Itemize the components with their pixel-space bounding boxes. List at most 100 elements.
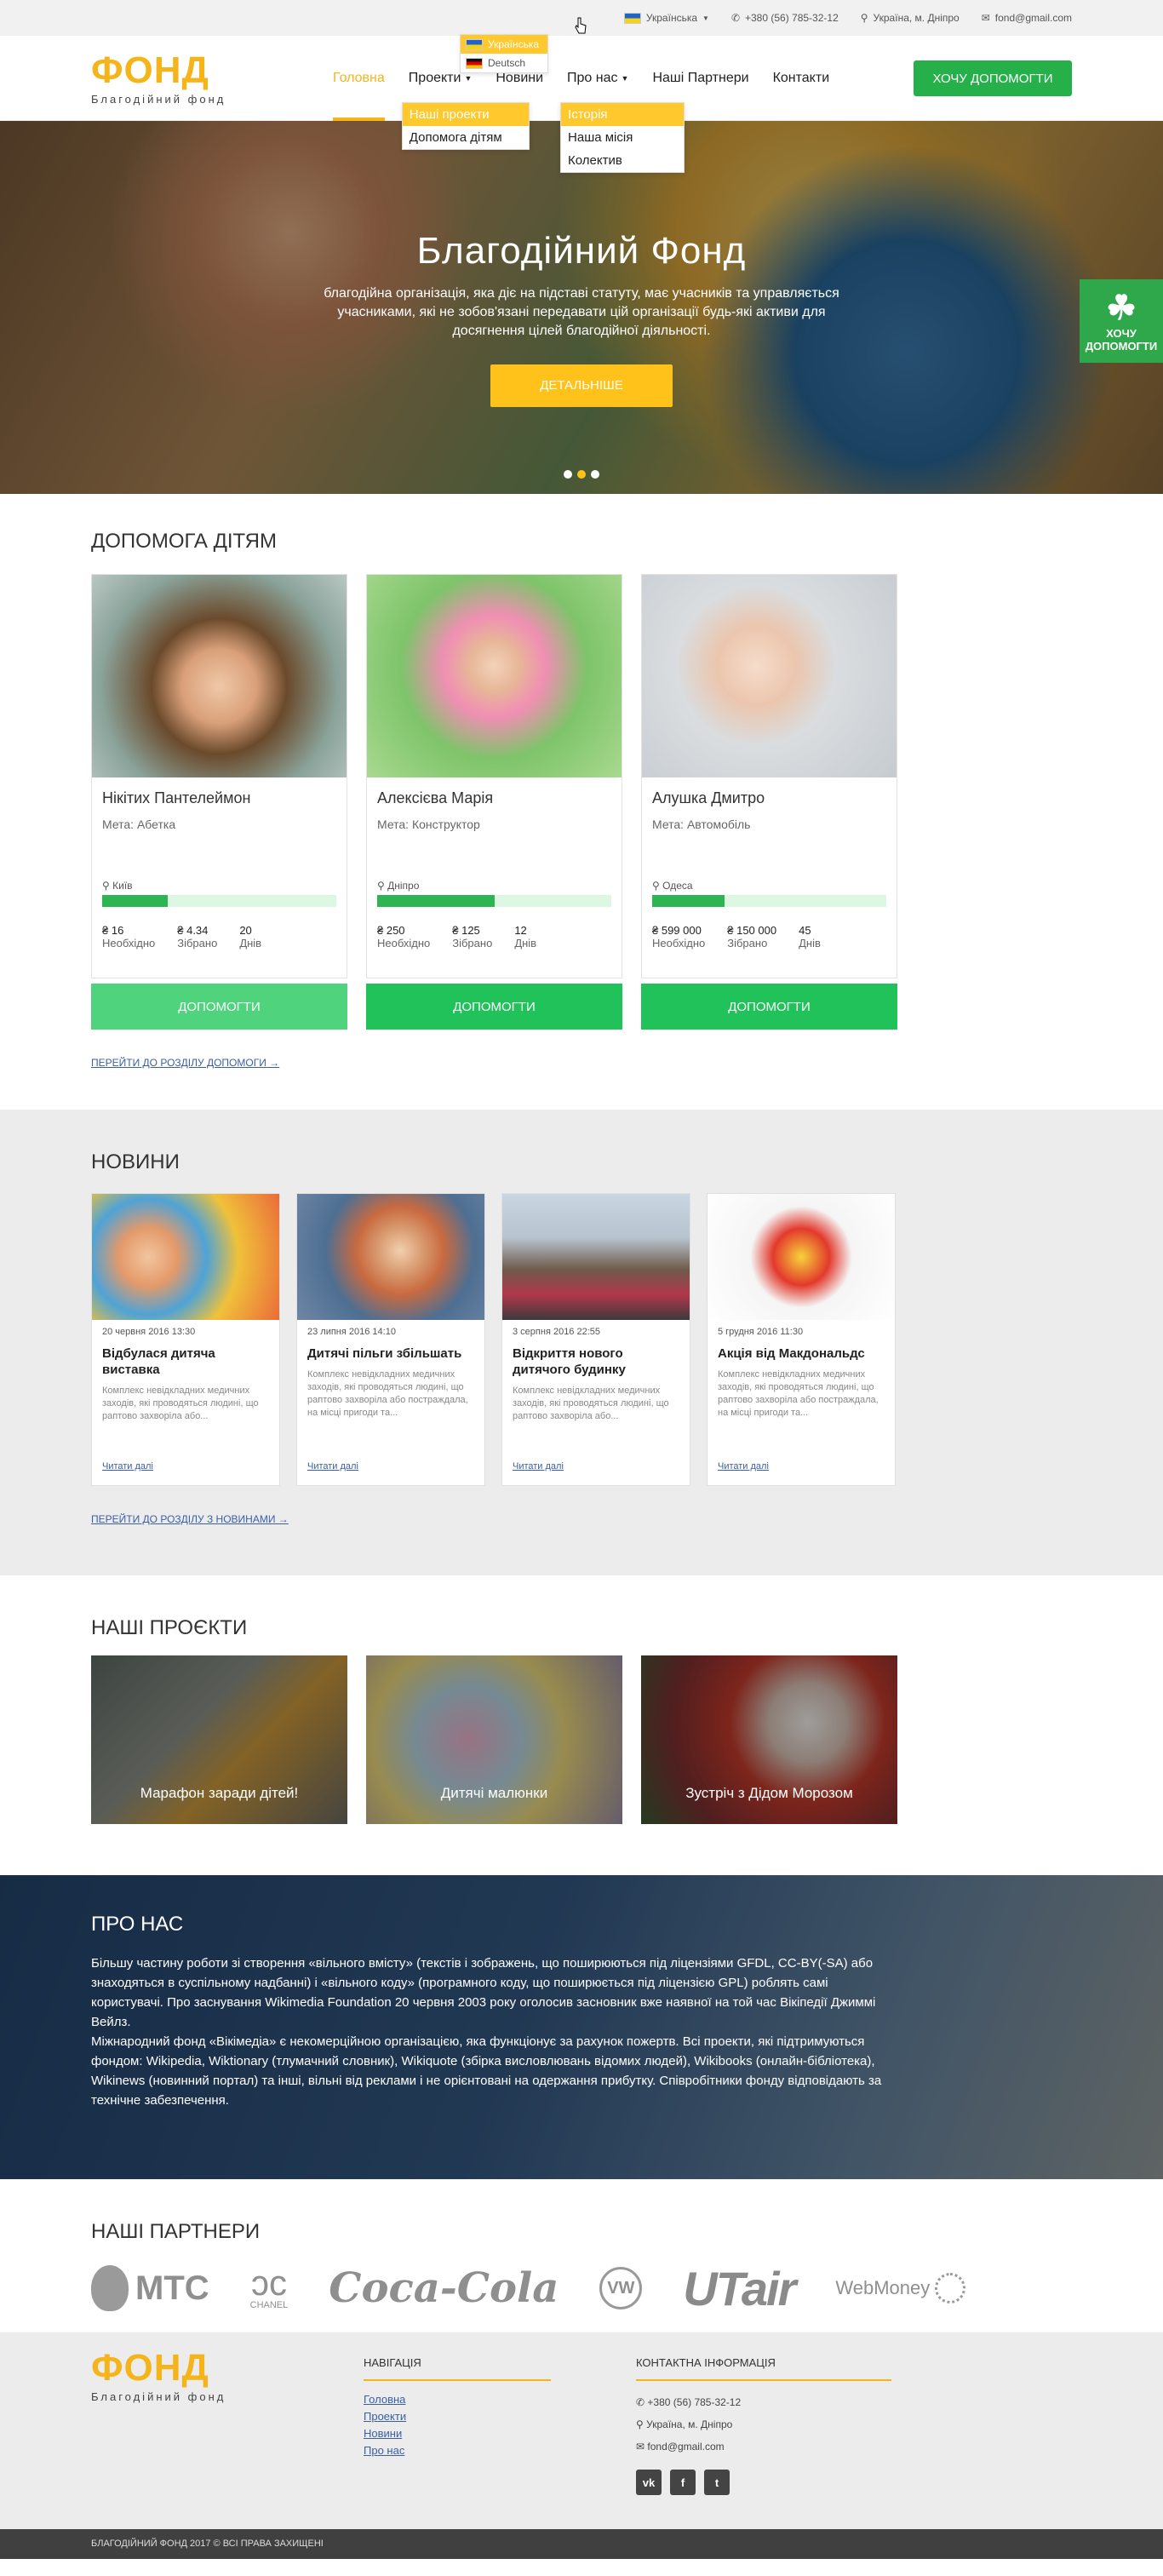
news-title: Відкриття нового дитячого будинку bbox=[513, 1346, 626, 1377]
child-photo bbox=[367, 575, 622, 777]
help-section-link[interactable]: ПЕРЕЙТИ ДО РОЗДІЛУ ДОПОМОГИ → bbox=[91, 1057, 279, 1069]
child-photo bbox=[642, 575, 897, 777]
slider-dot[interactable] bbox=[564, 470, 572, 479]
footer-contact-column: КОНТАКТНА ІНФОРМАЦІЯ ✆ +380 (56) 785-32-… bbox=[636, 2349, 908, 2495]
footer-email[interactable]: ✉ fond@gmail.com bbox=[636, 2435, 908, 2458]
stat-label: Днів bbox=[799, 937, 821, 950]
stat-label: Зібрано bbox=[177, 937, 218, 950]
location-info: ⚲ Україна, м. Дніпро bbox=[861, 12, 960, 24]
nav-partners[interactable]: Наші Партнери bbox=[640, 36, 760, 121]
project-card[interactable]: Марафон заради дітей! bbox=[91, 1655, 347, 1824]
child-card: Алушка Дмитро Мета: Автомобіль ⚲ Одеса ₴… bbox=[641, 574, 897, 1030]
child-stats: ₴ 250 Необхідно ₴ 125 Зібрано 12 Днів bbox=[377, 924, 536, 950]
hero-text: благодійна організація, яка діє на підст… bbox=[324, 286, 839, 338]
map-pin-icon: ⚲ bbox=[860, 12, 868, 24]
children-cards: Нікітих Пантелеймон Мета: Абетка ⚲ Київ … bbox=[91, 574, 1072, 1030]
stat-value: 20 bbox=[239, 924, 252, 937]
read-more-link[interactable]: Читати далі bbox=[718, 1461, 769, 1472]
email-info[interactable]: ✉ fond@gmail.com bbox=[982, 12, 1072, 24]
read-more-link[interactable]: Читати далі bbox=[307, 1461, 358, 1472]
news-title: Акція від Макдональдс bbox=[718, 1346, 865, 1361]
nav-about[interactable]: Про нас ▼ Історія Наша місія Колектив bbox=[555, 36, 685, 173]
project-cards: Марафон заради дітей! Дитячі малюнки Зус… bbox=[91, 1655, 1072, 1824]
webmoney-logo[interactable]: WebMoney bbox=[835, 2273, 966, 2303]
progress-bar bbox=[377, 895, 611, 907]
mts-logo[interactable]: МТС bbox=[91, 2265, 209, 2311]
stat-label: Зібрано bbox=[727, 937, 768, 950]
language-option-ua[interactable]: Українська bbox=[461, 35, 547, 54]
stat-label: Зібрано bbox=[452, 937, 493, 950]
language-selector[interactable]: Українська ▼ bbox=[623, 12, 709, 24]
chanel-cc-icon: ↄc bbox=[250, 2263, 287, 2303]
site-header: ФОНД Благодійний фонд Головна Проекти ▼ Н… bbox=[0, 36, 1163, 173]
stat-value: ₴ 599 000 bbox=[652, 924, 702, 937]
project-title: Марафон заради дітей! bbox=[140, 1785, 299, 1801]
details-button[interactable]: ДЕТАЛЬНІШЕ bbox=[490, 364, 673, 407]
news-section-link[interactable]: ПЕРЕЙТИ ДО РОЗДІЛУ З НОВИНАМИ → bbox=[91, 1513, 289, 1525]
copyright-text: БЛАГОДІЙНИЙ ФОНД 2017 © ВСІ ПРАВА ЗАХИЩЕ… bbox=[91, 2539, 324, 2549]
progress-fill bbox=[652, 895, 725, 907]
partners-section: НАШІ ПАРТНЕРИ МТС ↄc CHANEL Coca-Cola VW … bbox=[0, 2179, 1163, 2332]
stat-value: ₴ 125 bbox=[452, 924, 480, 937]
stat-label: Необхідно bbox=[377, 937, 431, 950]
slider-dots bbox=[564, 470, 599, 479]
progress-fill bbox=[377, 895, 495, 907]
section-title: ПРО НАС bbox=[91, 1913, 184, 1936]
about-paragraph: Більшу частину роботи зі створення «віль… bbox=[91, 1956, 876, 2029]
stat-label: Необхідно bbox=[652, 937, 706, 950]
map-pin-icon: ⚲ bbox=[377, 880, 385, 892]
coca-cola-logo[interactable]: Coca-Cola bbox=[329, 2264, 559, 2312]
vk-icon[interactable]: vk bbox=[636, 2470, 662, 2495]
logo-subtitle: Благодійний фонд bbox=[91, 2390, 226, 2403]
slider-dot[interactable] bbox=[591, 470, 599, 479]
site-logo[interactable]: ФОНД Благодійний фонд bbox=[91, 51, 287, 106]
city-text: Одеса bbox=[662, 880, 693, 892]
slider-dot-active[interactable] bbox=[577, 470, 586, 479]
footer-phone: ✆ +380 (56) 785-32-12 bbox=[636, 2391, 908, 2413]
language-option-label: Deutsch bbox=[488, 57, 526, 69]
news-date: 20 червня 2016 13:30 bbox=[102, 1327, 196, 1337]
about-paragraph: Міжнародний фонд «Вікімедіа» є некомерці… bbox=[91, 2034, 882, 2108]
nav-home[interactable]: Головна bbox=[321, 36, 397, 121]
facebook-icon[interactable]: f bbox=[670, 2470, 696, 2495]
side-help-button[interactable]: ☘ ХОЧУ ДОПОМОГТИ bbox=[1080, 279, 1163, 363]
child-photo bbox=[92, 575, 347, 777]
menu-item-mission[interactable]: Наша місія bbox=[561, 126, 684, 149]
language-dropdown: Українська Deutsch bbox=[460, 34, 548, 73]
copyright-bar: БЛАГОДІЙНИЙ ФОНД 2017 © ВСІ ПРАВА ЗАХИЩЕ… bbox=[0, 2529, 1163, 2559]
projects-section: НАШІ ПРОЄКТИ Марафон заради дітей! Дитяч… bbox=[0, 1575, 1163, 1875]
project-card[interactable]: Дитячі малюнки bbox=[366, 1655, 622, 1824]
nav-contacts[interactable]: Контакти bbox=[761, 36, 842, 121]
child-card: Алексієва Марія Мета: Конструктор ⚲ Дніп… bbox=[366, 574, 622, 1030]
help-button[interactable]: ДОПОМОГТИ bbox=[91, 984, 347, 1030]
child-goal: Мета: Конструктор bbox=[377, 818, 480, 831]
news-excerpt: Комплекс невідкладних медичних заходів, … bbox=[102, 1386, 259, 1421]
help-button[interactable]: ДОПОМОГТИ bbox=[641, 984, 897, 1030]
menu-item-team[interactable]: Колектив bbox=[561, 149, 684, 172]
footer-logo[interactable]: ФОНД Благодійний фонд bbox=[91, 2349, 364, 2495]
phone-info: ✆ +380 (56) 785-32-12 bbox=[731, 12, 839, 24]
footer-link-news[interactable]: Новини bbox=[364, 2425, 636, 2442]
language-option-de[interactable]: Deutsch bbox=[461, 54, 547, 72]
top-bar: Українська ▼ ✆ +380 (56) 785-32-12 ⚲ Укр… bbox=[0, 0, 1163, 73]
twitter-icon[interactable]: t bbox=[704, 2470, 730, 2495]
menu-item-help-children[interactable]: Допомога дітям bbox=[403, 126, 529, 149]
read-more-link[interactable]: Читати далі bbox=[513, 1461, 564, 1472]
footer-link-about[interactable]: Про нас bbox=[364, 2442, 636, 2459]
project-card[interactable]: Зустріч з Дідом Морозом bbox=[641, 1655, 897, 1824]
vw-logo[interactable]: VW bbox=[599, 2267, 643, 2309]
city-text: Дніпро bbox=[387, 880, 420, 892]
chanel-logo[interactable]: ↄc CHANEL bbox=[250, 2263, 289, 2311]
stat-value: ₴ 16 bbox=[102, 924, 124, 937]
read-more-link[interactable]: Читати далі bbox=[102, 1461, 153, 1472]
stat-value: ₴ 150 000 bbox=[727, 924, 777, 937]
want-to-help-button[interactable]: ХОЧУ ДОПОМОГТИ bbox=[914, 60, 1072, 96]
utair-logo[interactable]: UTair bbox=[683, 2261, 796, 2316]
help-button[interactable]: ДОПОМОГТИ bbox=[366, 984, 622, 1030]
footer-link-home[interactable]: Головна bbox=[364, 2391, 636, 2408]
footer-location: ⚲ Україна, м. Дніпро bbox=[636, 2413, 908, 2435]
child-name: Алексієва Марія bbox=[377, 789, 494, 806]
project-title: Зустріч з Дідом Морозом bbox=[685, 1785, 853, 1801]
logo-subtitle: Благодійний фонд bbox=[91, 92, 226, 106]
footer-link-projects[interactable]: Проекти bbox=[364, 2408, 636, 2425]
